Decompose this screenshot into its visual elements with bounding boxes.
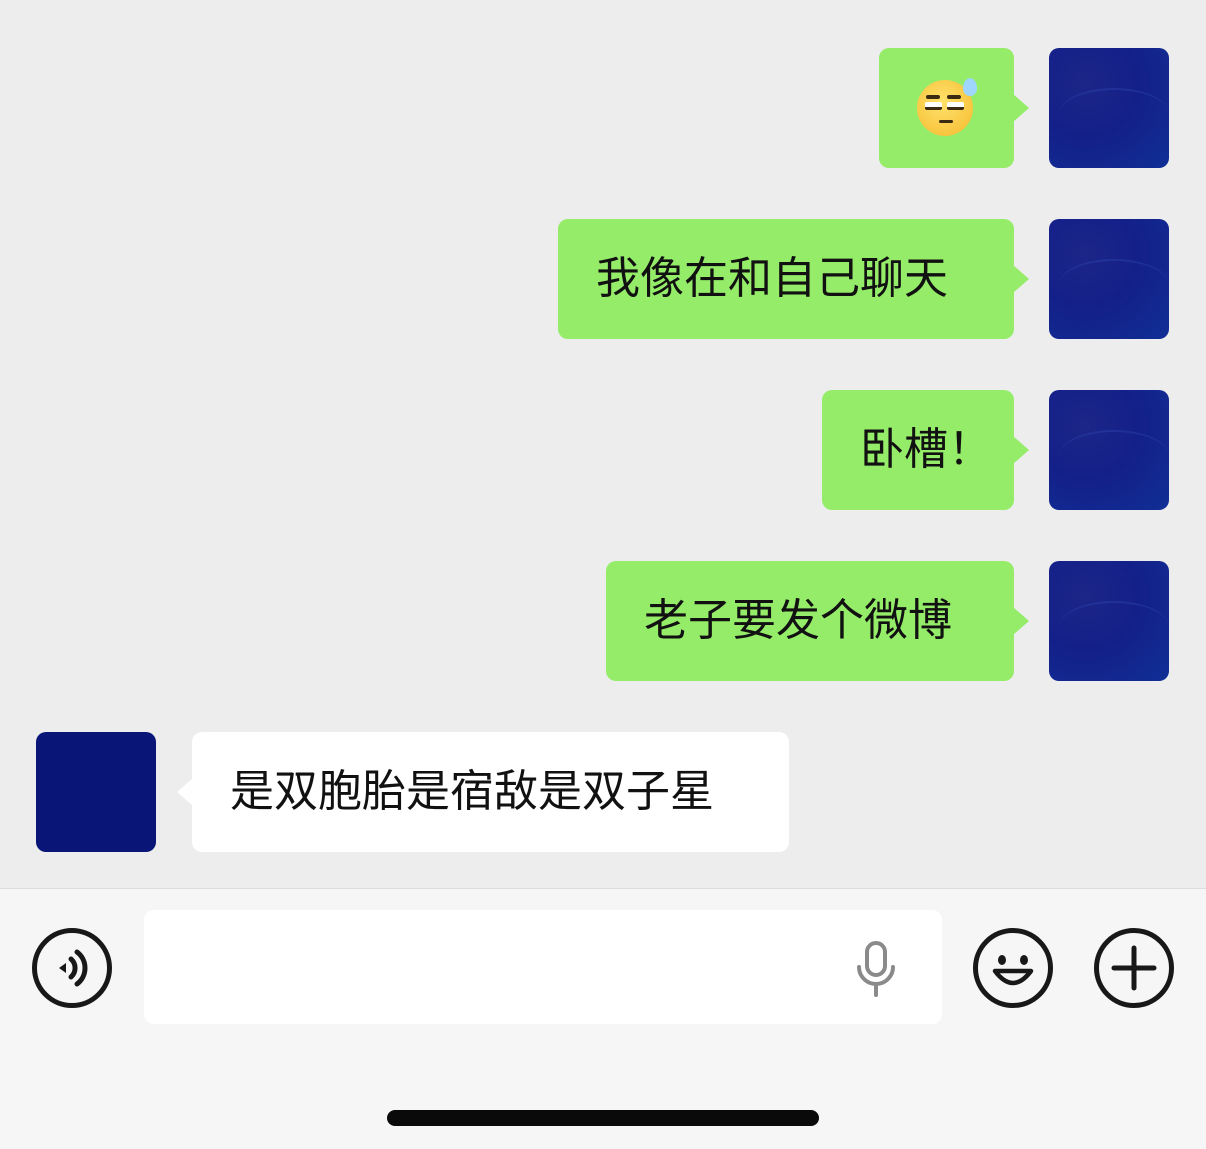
message-bubble[interactable]: 卧槽！ [822,390,1029,510]
message-bubble-emoji[interactable] [879,48,1029,168]
my-avatar[interactable] [1049,561,1169,681]
emoji-smile-icon [992,955,1034,986]
contact-avatar[interactable] [36,732,156,852]
message-text: 我像在和自己聊天 [596,253,948,304]
my-avatar[interactable] [1049,48,1169,168]
my-avatar[interactable] [1049,390,1169,510]
input-toolbar [0,888,1206,1149]
message-text: 是双胞胎是宿敌是双子星 [230,766,714,817]
home-indicator[interactable] [387,1110,819,1126]
plus-icon [1111,945,1157,991]
sweat-smile-sideeye-icon [917,78,977,136]
message-text: 卧槽！ [860,424,992,475]
message-text: 老子要发个微博 [644,595,952,646]
message-bubble[interactable]: 我像在和自己聊天 [558,219,1029,339]
chat-message-list[interactable]: 我像在和自己聊天 卧槽！ 老子要发个微博 是双胞胎是宿敌是双子星 [0,0,1206,888]
message-bubble[interactable]: 是双胞胎是宿敌是双子星 [177,732,789,852]
voice-toggle-icon [59,949,88,987]
message-bubble[interactable]: 老子要发个微博 [606,561,1029,681]
message-input[interactable] [144,910,942,1024]
more-actions-button[interactable] [1094,928,1174,1008]
emoji-button[interactable] [973,928,1053,1008]
voice-toggle-button[interactable] [32,928,112,1008]
microphone-icon[interactable] [852,941,900,997]
my-avatar[interactable] [1049,219,1169,339]
